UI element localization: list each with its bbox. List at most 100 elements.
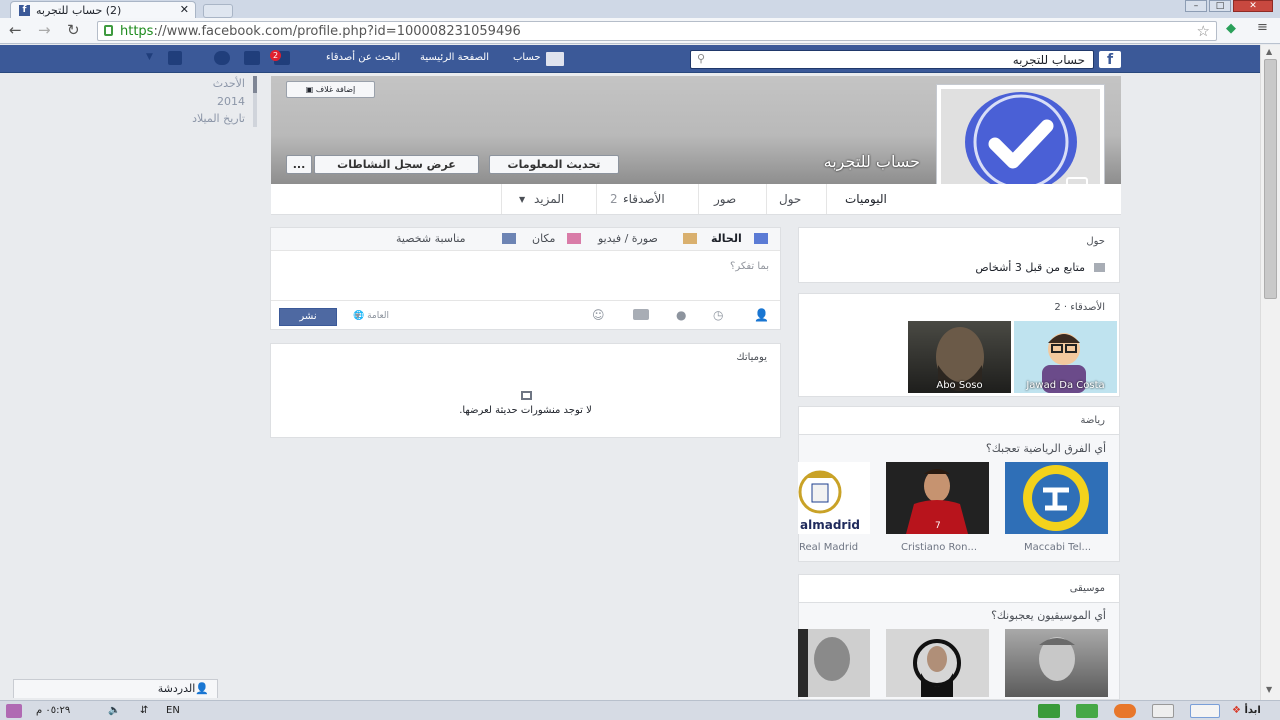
team-name[interactable]: Maccabi Tel...	[1024, 542, 1091, 553]
scroll-up-icon[interactable]: ▲	[1266, 47, 1272, 56]
search-icon[interactable]: ⚲	[697, 52, 705, 65]
camera-icon[interactable]	[633, 309, 649, 320]
friend-name: Jawad Da Costa	[1026, 380, 1105, 391]
close-tab-icon[interactable]: ✕	[180, 3, 189, 16]
taskbar-app-icon[interactable]	[1114, 704, 1136, 718]
show-desktop-icon[interactable]	[6, 704, 22, 718]
clock-time[interactable]: ٠٥:٢٩ م	[36, 703, 70, 718]
more-options-button[interactable]: ...	[286, 155, 312, 174]
clock-icon[interactable]: ◷	[713, 308, 723, 322]
team-tile[interactable]	[1005, 462, 1108, 534]
user-icon: 👤	[195, 682, 209, 695]
new-tab-button[interactable]	[203, 4, 233, 18]
volume-icon[interactable]: 🔈	[108, 703, 120, 718]
friend-tile[interactable]: Abo Soso	[908, 321, 1011, 393]
account-settings-chevron-icon[interactable]: ▼	[146, 52, 153, 62]
cristiano-photo: 7	[906, 469, 968, 534]
network-icon[interactable]: ⇵	[140, 703, 148, 718]
privacy-shortcuts-icon[interactable]	[168, 51, 182, 65]
tab-more[interactable]: المزيد	[534, 192, 564, 206]
tab-divider	[596, 184, 597, 214]
tab-divider	[766, 184, 767, 214]
address-bar[interactable]: https://www.facebook.com/profile.php?id=…	[97, 21, 1217, 41]
composer-input[interactable]: بما تفكر؟	[730, 261, 769, 272]
empty-posts-icon	[521, 391, 532, 400]
bookmark-star-icon[interactable]: ☆	[1197, 22, 1210, 40]
timeline-nav-birth[interactable]: تاريخ الميلاد	[192, 112, 245, 125]
musician-tile[interactable]	[798, 629, 870, 697]
facebook-logo-icon[interactable]: f	[1099, 51, 1121, 68]
composer-life-event-tab[interactable]: مناسبة شخصية	[396, 232, 466, 245]
friends-header[interactable]: الأصدقاء · 2	[1054, 302, 1105, 313]
add-cover-button[interactable]: إضافة غلاف ▣	[286, 81, 375, 98]
find-friends-link[interactable]: البحث عن أصدقاء	[326, 52, 400, 63]
tab-title: (2) حساب للتجربه	[36, 4, 122, 17]
team-name[interactable]: Cristiano Ron...	[901, 542, 977, 553]
chrome-menu-icon[interactable]: ≡	[1257, 20, 1268, 35]
rss-icon	[1094, 263, 1105, 272]
profile-link[interactable]: حساب	[513, 52, 541, 63]
emoji-icon[interactable]: ☺	[592, 308, 605, 322]
timeline-box: يومياتك لا توجد منشورات حديثة لعرضها.	[270, 343, 781, 438]
maximize-window-button[interactable]: □	[1209, 0, 1231, 12]
location-pin-icon[interactable]: ●	[676, 308, 686, 322]
musician-tile[interactable]	[1005, 629, 1108, 697]
about-header[interactable]: حول	[1086, 236, 1105, 247]
chat-bar[interactable]: 👤الدردشة	[13, 679, 218, 698]
composer-status-tab[interactable]: الحالة	[711, 232, 742, 245]
timeline-nav-recent[interactable]: الأحدث	[213, 77, 245, 90]
friends-header-label: الأصدقاء	[1070, 302, 1105, 313]
scroll-down-icon[interactable]: ▼	[1266, 685, 1272, 694]
scrollbar-thumb[interactable]	[1264, 59, 1277, 299]
tab-timeline[interactable]: اليوميات	[845, 192, 887, 206]
profile-thumb-icon[interactable]	[546, 52, 564, 66]
timeline-nav-2014[interactable]: 2014	[217, 95, 245, 108]
forward-arrow-icon[interactable]: →	[38, 21, 51, 39]
more-chevron-icon[interactable]: ▼	[519, 195, 525, 204]
messages-icon[interactable]	[244, 51, 260, 65]
taskbar-chrome-icon[interactable]	[1190, 704, 1220, 718]
maccabi-logo-icon	[1023, 465, 1089, 531]
musician-tile[interactable]	[886, 629, 989, 697]
real-madrid-logo-text: almadrid	[800, 518, 861, 532]
activity-log-button[interactable]: عرض سجل النشاطات	[314, 155, 479, 174]
team-name[interactable]: Real Madrid	[799, 542, 858, 553]
music-header[interactable]: موسيقى	[1070, 583, 1105, 594]
tab-friends[interactable]: الأصدقاء	[623, 192, 665, 206]
notifications-globe-icon[interactable]	[214, 51, 230, 65]
extension-shield-icon[interactable]: ◆	[1226, 21, 1236, 36]
taskbar-app-icon[interactable]	[1152, 704, 1174, 718]
followed-by-text[interactable]: متابع من قبل 3 أشخاص	[975, 261, 1085, 274]
tab-about[interactable]: حول	[779, 192, 801, 206]
back-arrow-icon[interactable]: ←	[9, 21, 22, 39]
sports-header[interactable]: رياضة	[1080, 415, 1105, 426]
friend-name: Abo Soso	[936, 380, 983, 391]
composer-photo-tab[interactable]: صورة / فيديو	[598, 232, 658, 245]
team-tile[interactable]: 7	[886, 462, 989, 534]
music-question: أي الموسيقيون يعجبونك؟	[991, 609, 1106, 622]
update-info-button[interactable]: تحديث المعلومات	[489, 155, 619, 174]
team-tile[interactable]: almadrid	[798, 462, 870, 534]
composer-place-tab[interactable]: مكان	[532, 232, 555, 245]
taskbar-app-icon[interactable]	[1076, 704, 1098, 718]
friend-tile[interactable]: Jawad Da Costa	[1014, 321, 1117, 393]
search-input[interactable]: حساب للتجربه ⚲	[690, 50, 1094, 69]
language-indicator[interactable]: EN	[166, 703, 180, 718]
audience-label: العامة	[367, 311, 390, 321]
audience-chevron-icon[interactable]: ▼	[355, 312, 360, 320]
close-window-button[interactable]: ✕	[1233, 0, 1273, 12]
taskbar-app-icon[interactable]	[1038, 704, 1060, 718]
page-scrollbar[interactable]: ▲ ▼	[1260, 45, 1280, 700]
timeline-box-header: يومياتك	[736, 352, 767, 363]
start-button[interactable]: ابدأ ❖	[1232, 703, 1261, 718]
browser-tab[interactable]: f (2) حساب للتجربه ✕	[10, 1, 196, 18]
profile-name[interactable]: حساب للتجربه	[780, 152, 920, 171]
tag-friends-icon[interactable]: 👤	[754, 308, 769, 322]
browser-toolbar: ← → ↻ https://www.facebook.com/profile.p…	[0, 18, 1280, 44]
reload-icon[interactable]: ↻	[67, 21, 80, 39]
composer-tabs	[271, 228, 780, 251]
tab-photos[interactable]: صور	[714, 192, 736, 206]
post-button[interactable]: نشر	[279, 308, 337, 326]
minimize-window-button[interactable]: –	[1185, 0, 1207, 12]
home-link[interactable]: الصفحة الرئيسية	[420, 52, 489, 63]
